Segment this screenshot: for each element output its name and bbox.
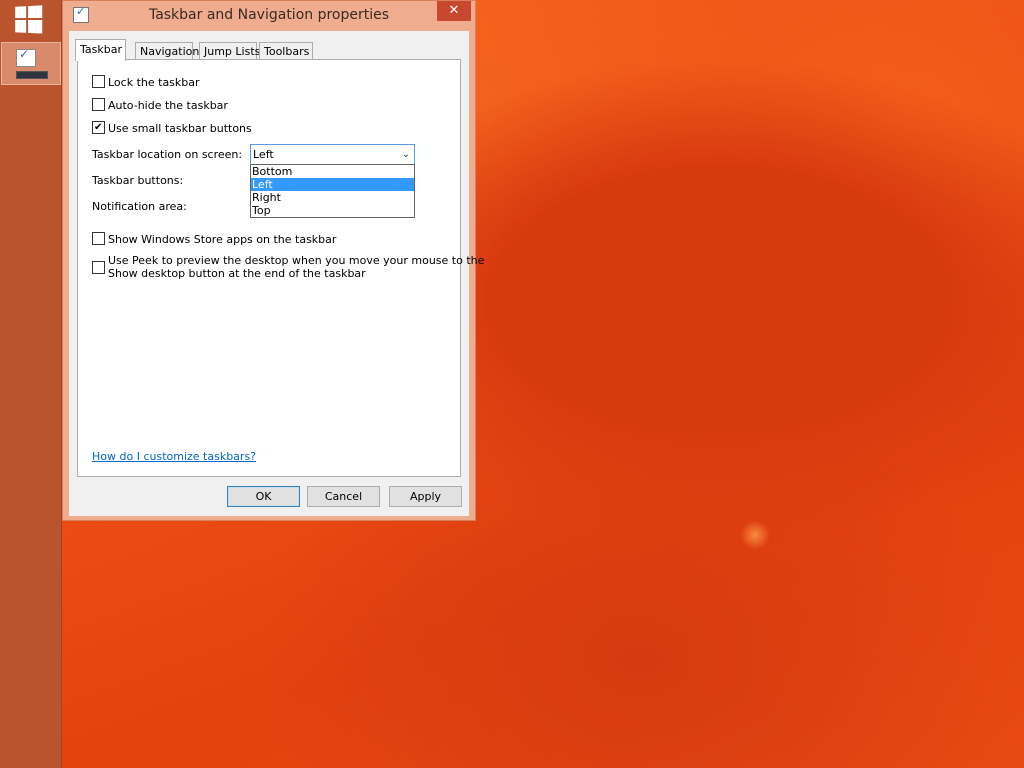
taskbar-item-properties[interactable]: [1, 42, 61, 85]
auto-hide-checkbox[interactable]: [92, 98, 105, 111]
location-combobox[interactable]: Left ⌄: [250, 144, 415, 165]
peek-option[interactable]: Use Peek to preview the desktop when you…: [92, 254, 484, 280]
cancel-button[interactable]: Cancel: [307, 486, 380, 507]
store-apps-option[interactable]: Show Windows Store apps on the taskbar: [92, 232, 336, 246]
lock-taskbar-option[interactable]: Lock the taskbar: [92, 75, 200, 89]
tab-jump-lists[interactable]: Jump Lists: [199, 42, 260, 60]
apply-button[interactable]: Apply: [389, 486, 462, 507]
taskbar-preview-icon: [16, 71, 48, 79]
auto-hide-option[interactable]: Auto-hide the taskbar: [92, 98, 228, 112]
notification-area-label: Notification area:: [92, 200, 187, 213]
location-value: Left: [253, 148, 274, 161]
taskbar-properties-icon: [16, 47, 36, 67]
taskbar: [0, 0, 62, 768]
lock-taskbar-label: Lock the taskbar: [108, 76, 200, 89]
dropdown-option-left[interactable]: Left: [251, 178, 414, 191]
chevron-down-icon[interactable]: ⌄: [402, 145, 410, 164]
window-title: Taskbar and Navigation properties: [148, 7, 390, 23]
peek-label-line2: Show desktop button at the end of the ta…: [108, 267, 366, 280]
dialog-client: Taskbar Navigation Jump Lists Toolbars L…: [69, 31, 484, 516]
taskbar-tab-page: Lock the taskbar Auto-hide the taskbar U…: [77, 59, 484, 477]
dropdown-option-right[interactable]: Right: [251, 191, 414, 204]
tab-taskbar[interactable]: Taskbar: [75, 39, 126, 61]
small-buttons-option[interactable]: Use small taskbar buttons: [92, 121, 252, 135]
windows-logo-icon[interactable]: [15, 5, 46, 35]
properties-dialog: Taskbar and Navigation properties ✕ Task…: [62, 0, 484, 521]
help-link[interactable]: How do I customize taskbars?: [92, 450, 256, 463]
ok-button[interactable]: OK: [227, 486, 300, 507]
title-bar[interactable]: Taskbar and Navigation properties ✕: [63, 1, 475, 31]
wallpaper-highlight: [740, 520, 770, 550]
close-button[interactable]: ✕: [437, 1, 471, 21]
auto-hide-label: Auto-hide the taskbar: [108, 99, 228, 112]
lock-taskbar-checkbox[interactable]: [92, 75, 105, 88]
dropdown-option-bottom[interactable]: Bottom: [251, 165, 414, 178]
taskbar-buttons-label: Taskbar buttons:: [92, 174, 184, 187]
tab-navigation[interactable]: Navigation: [135, 42, 199, 60]
small-buttons-checkbox[interactable]: [92, 121, 105, 134]
location-dropdown-list: Bottom Left Right Top: [250, 164, 415, 218]
peek-label-line1: Use Peek to preview the desktop when you…: [108, 254, 485, 267]
peek-checkbox[interactable]: [92, 261, 105, 274]
store-apps-checkbox[interactable]: [92, 232, 105, 245]
store-apps-label: Show Windows Store apps on the taskbar: [108, 233, 337, 246]
dropdown-option-top[interactable]: Top: [251, 204, 414, 217]
small-buttons-label: Use small taskbar buttons: [108, 122, 252, 135]
tab-toolbars[interactable]: Toolbars: [259, 42, 313, 60]
location-label: Taskbar location on screen:: [92, 148, 243, 161]
